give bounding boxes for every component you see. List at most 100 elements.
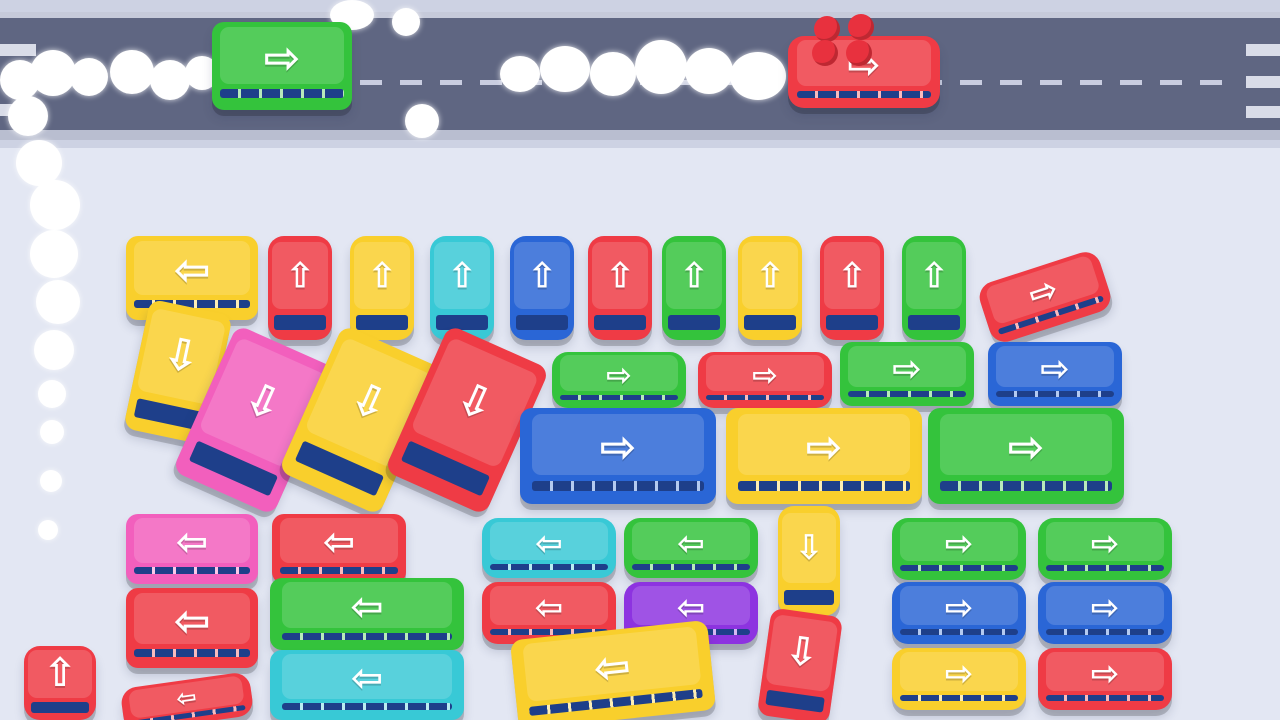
smoke-puff — [38, 380, 66, 408]
bus-blue-right[interactable]: ⇨ — [988, 342, 1122, 406]
arrow-left-icon: ⇦ — [676, 587, 706, 628]
arrow-right-icon: ⇨ — [752, 357, 778, 394]
arrow-right-icon: ⇨ — [944, 653, 974, 694]
car-green-right[interactable]: ⇨ — [1038, 518, 1172, 580]
vehicle-windows — [220, 88, 344, 98]
arrow-left-icon: ⇦ — [350, 656, 384, 702]
car-red-up[interactable]: ⇧ — [820, 236, 884, 340]
smoke-puff — [30, 230, 78, 278]
vehicle-windows — [784, 589, 834, 605]
car-green-left[interactable]: ⇦ — [624, 518, 758, 578]
vehicle-windows — [281, 703, 453, 711]
car-green-up[interactable]: ⇧ — [902, 236, 966, 340]
arrow-left-icon: ⇦ — [350, 584, 384, 631]
arrow-right-icon: ⇨ — [1090, 653, 1120, 694]
arrow-right-icon: ⇨ — [805, 422, 843, 474]
car-green-right[interactable]: ⇨ — [892, 518, 1026, 580]
vehicle-windows — [765, 689, 825, 713]
smoke-puff — [30, 180, 80, 230]
bus-red-left[interactable]: ⇦ — [272, 514, 406, 584]
vehicle-windows — [797, 90, 931, 98]
arrow-left-icon: ⇦ — [535, 523, 563, 563]
smoke-puff — [635, 40, 687, 94]
road-marking — [1246, 44, 1280, 56]
bus-red-left[interactable]: ⇦ — [126, 588, 258, 668]
road-marking — [1246, 76, 1280, 88]
vehicle-windows — [594, 315, 646, 330]
vehicle-windows — [436, 315, 488, 330]
arrow-up-icon: ⇧ — [755, 254, 785, 296]
smoke-puff — [40, 470, 62, 492]
passenger — [848, 14, 874, 40]
road-marking — [1246, 106, 1280, 118]
arrow-up-icon: ⇧ — [43, 650, 77, 697]
car-yellow-down[interactable]: ⇩ — [778, 506, 840, 616]
car-cyan-up[interactable]: ⇧ — [430, 236, 494, 340]
arrow-right-icon: ⇨ — [263, 32, 301, 84]
arrow-left-icon: ⇦ — [677, 523, 705, 563]
car-red-up[interactable]: ⇧ — [588, 236, 652, 340]
arrow-right-icon: ⇨ — [1090, 587, 1120, 628]
bus-green-right[interactable]: ⇨ — [928, 408, 1124, 504]
car-cyan-left[interactable]: ⇦ — [482, 518, 616, 578]
arrow-down-icon: ⇩ — [794, 527, 824, 568]
car-red-right[interactable]: ⇨ — [1038, 648, 1172, 710]
bus-green-right[interactable]: ⇨ — [840, 342, 974, 406]
passenger — [814, 16, 840, 42]
arrow-up-icon: ⇧ — [285, 254, 315, 296]
arrow-left-icon: ⇦ — [534, 587, 564, 628]
vehicle-windows — [1046, 629, 1164, 636]
arrow-right-icon: ⇨ — [892, 348, 922, 390]
smoke-puff — [540, 46, 590, 92]
arrow-right-icon: ⇨ — [1007, 422, 1045, 474]
smoke-puff — [34, 330, 74, 370]
car-red-right[interactable]: ⇨ — [698, 352, 832, 408]
arrow-right-icon: ⇨ — [944, 523, 974, 564]
arrow-left-icon: ⇦ — [174, 683, 199, 714]
bus-blue-right[interactable]: ⇨ — [520, 408, 716, 504]
bus-cyan-left[interactable]: ⇦ — [270, 650, 464, 720]
arrow-up-icon: ⇧ — [367, 254, 397, 296]
smoke-puff — [30, 50, 76, 96]
smoke-puff — [40, 420, 64, 444]
car-yellow-up[interactable]: ⇧ — [350, 236, 414, 340]
arrow-left-icon: ⇦ — [173, 245, 211, 297]
car-blue-right[interactable]: ⇨ — [1038, 582, 1172, 644]
bus-green-left[interactable]: ⇦ — [270, 578, 464, 650]
smoke-puff — [110, 50, 154, 94]
vehicle-windows — [848, 390, 966, 398]
car-red-up[interactable]: ⇧ — [268, 236, 332, 340]
arrow-up-icon: ⇧ — [447, 254, 477, 296]
vehicle-windows — [1046, 695, 1164, 702]
car-blue-right[interactable]: ⇨ — [892, 582, 1026, 644]
game-scene: ⇨ ⇨ ⇦ ⇧ ⇧ ⇧ ⇧ ⇧ ⇧ ⇧ ⇧ ⇧ ⇨ ⇩ ⇩ ⇩ ⇩ ⇨ ⇨ ⇨ ⇨ ⇨ ⇨ ⇨ ⇦ ⇦ ⇦ ⇦ ⇦ ⇦ ⇦ ⇦ ⇦ ⇩ ⇩ ⇦ ⇨ ⇨ ⇨ ⇨… — [0, 0, 1280, 720]
smoke-puff — [730, 52, 786, 100]
bus-green-right[interactable]: ⇨ — [212, 22, 352, 110]
arrow-up-icon: ⇧ — [679, 254, 709, 296]
vehicle-windows — [280, 567, 398, 575]
arrow-right-icon: ⇨ — [599, 422, 637, 474]
bus-pink-left[interactable]: ⇦ — [126, 514, 258, 584]
smoke-puff — [70, 58, 108, 96]
bus-yellow-right[interactable]: ⇨ — [726, 408, 922, 504]
car-red-up[interactable]: ⇧ — [24, 646, 96, 720]
vehicle-windows — [356, 315, 408, 330]
vehicle-windows — [908, 315, 960, 330]
passenger-group — [808, 10, 888, 70]
car-green-right[interactable]: ⇨ — [552, 352, 686, 408]
car-yellow-right[interactable]: ⇨ — [892, 648, 1026, 710]
arrow-right-icon: ⇨ — [1040, 348, 1070, 390]
bus-red-down[interactable]: ⇩ — [756, 607, 844, 720]
arrow-left-icon: ⇦ — [322, 520, 356, 566]
vehicle-windows — [133, 567, 251, 575]
car-green-up[interactable]: ⇧ — [662, 236, 726, 340]
car-blue-up[interactable]: ⇧ — [510, 236, 574, 340]
arrow-up-icon: ⇧ — [837, 254, 867, 296]
arrow-right-icon: ⇨ — [606, 357, 632, 394]
car-yellow-up[interactable]: ⇧ — [738, 236, 802, 340]
arrow-left-icon: ⇦ — [591, 640, 634, 695]
arrow-up-icon: ⇧ — [919, 254, 949, 296]
vehicle-windows — [1046, 565, 1164, 572]
vehicle-windows — [996, 390, 1114, 398]
smoke-puff — [38, 520, 58, 540]
